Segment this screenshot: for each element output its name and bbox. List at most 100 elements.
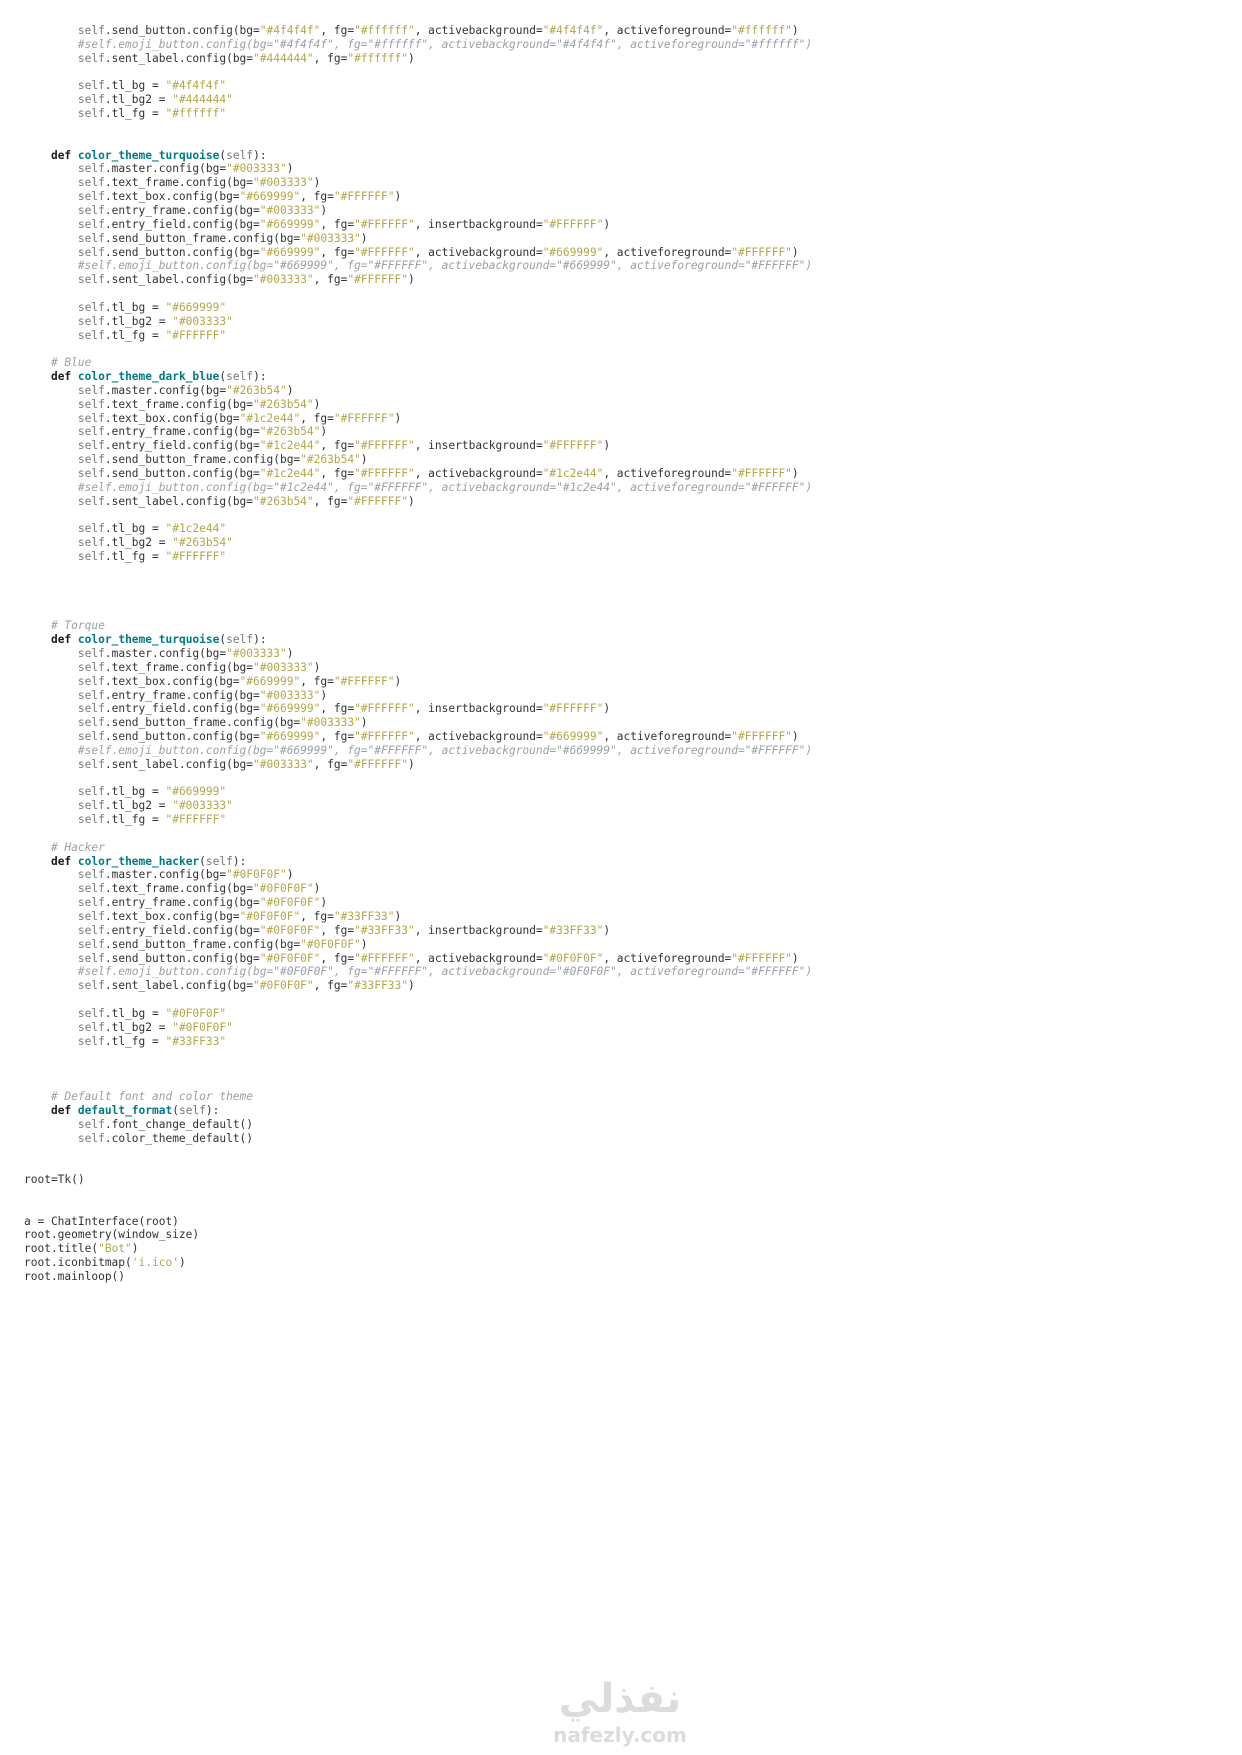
code-line: root.mainloop() (24, 1270, 812, 1284)
code-comment: # Blue (50, 356, 92, 370)
code-line: self.tl_bg = "#1c2e44" (24, 522, 812, 536)
code-line: self.text_box.config(bg="#1c2e44", fg="#… (24, 412, 812, 426)
self-keyword: self (77, 660, 105, 674)
string-literal: "#33FF33" (354, 923, 415, 937)
self-keyword: self (77, 702, 105, 716)
code-text: , activebackground= (414, 24, 543, 37)
self-keyword: self (77, 190, 105, 204)
self-keyword: self (77, 162, 105, 176)
string-literal: "#0F0F0F" (253, 882, 314, 896)
self-keyword: self (77, 425, 105, 439)
string-literal: "#FFFFFF" (347, 494, 408, 508)
code-line: self.entry_field.config(bg="#0F0F0F", fg… (24, 924, 812, 938)
code-text: .entry_field.config(bg= (104, 923, 260, 937)
code-text: , fg= (320, 24, 355, 37)
code-line: self.entry_field.config(bg="#669999", fg… (24, 218, 812, 232)
code-line: self.tl_fg = "#ffffff" (24, 107, 812, 121)
string-literal: "#003333" (259, 203, 321, 217)
self-keyword: self (77, 467, 105, 480)
code-text: ) (131, 1242, 139, 1256)
code-text: , fg= (300, 411, 334, 425)
code-text: ): (205, 1103, 220, 1117)
code-line: self.tl_bg2 = "#444444" (24, 93, 812, 107)
string-literal: "#ffffff" (165, 107, 227, 121)
code-text: ) (360, 453, 368, 467)
self-keyword: self (77, 979, 105, 993)
code-text: ) (407, 757, 415, 771)
code-text: ) (320, 425, 328, 439)
code-text: , fg= (313, 757, 348, 771)
string-literal: "#003333" (259, 688, 321, 702)
code-text: , fg= (300, 190, 334, 204)
def-keyword: def (50, 633, 72, 647)
code-text: , activeforeground= (603, 24, 732, 37)
code-text: .send_button.config(bg= (104, 467, 260, 480)
string-literal: "#FFFFFF" (354, 951, 415, 965)
code-text: , fg= (313, 51, 348, 65)
code-text: ) (791, 951, 799, 965)
self-keyword: self (77, 328, 105, 342)
code-text: ) (320, 896, 328, 910)
string-literal: "#003333" (300, 231, 361, 245)
code-text: , activeforeground= (603, 951, 732, 965)
code-text: , insertbackground= (414, 702, 543, 716)
code-text: .tl_bg2 = (104, 536, 173, 550)
code-text: ) (320, 688, 328, 702)
code-line: # Torque (24, 619, 812, 633)
code-text: .entry_frame.config(bg= (104, 896, 260, 910)
code-text: ) (394, 674, 402, 688)
code-line: # Blue (24, 356, 812, 370)
string-literal: "#0F0F0F" (259, 896, 321, 910)
code-text: .tl_bg2 = (104, 1020, 173, 1034)
self-keyword: self (77, 951, 105, 965)
code-text: a = ChatInterface(root) (24, 1214, 179, 1228)
self-keyword: self (77, 1034, 105, 1048)
self-keyword: self (77, 937, 105, 951)
string-literal: "#669999" (259, 245, 321, 259)
string-literal: "#FFFFFF" (354, 467, 415, 480)
code-text: .tl_fg = (104, 328, 166, 342)
code-text: .sent_label.config(bg= (104, 757, 254, 771)
code-text: ) (407, 273, 415, 287)
code-line: # Default font and color theme (24, 1090, 812, 1104)
string-literal: "#669999" (239, 674, 301, 688)
string-literal: "#1c2e44" (259, 439, 321, 453)
code-text: , activebackground= (414, 245, 543, 259)
code-line: self.text_box.config(bg="#0F0F0F", fg="#… (24, 910, 812, 924)
string-literal: "#669999" (165, 300, 227, 314)
string-literal: "#FFFFFF" (731, 467, 792, 480)
self-keyword: self (77, 910, 105, 923)
code-line: self.sent_label.config(bg="#003333", fg=… (24, 758, 812, 772)
code-text: ) (313, 397, 321, 411)
code-text: .entry_frame.config(bg= (104, 688, 260, 702)
string-literal: "#FFFFFF" (542, 439, 604, 453)
code-text: ) (286, 868, 294, 882)
code-listing: self.send_button.config(bg="#4f4f4f", fg… (24, 24, 812, 1284)
code-text: .tl_fg = (104, 550, 166, 564)
code-text: ): (253, 633, 267, 647)
